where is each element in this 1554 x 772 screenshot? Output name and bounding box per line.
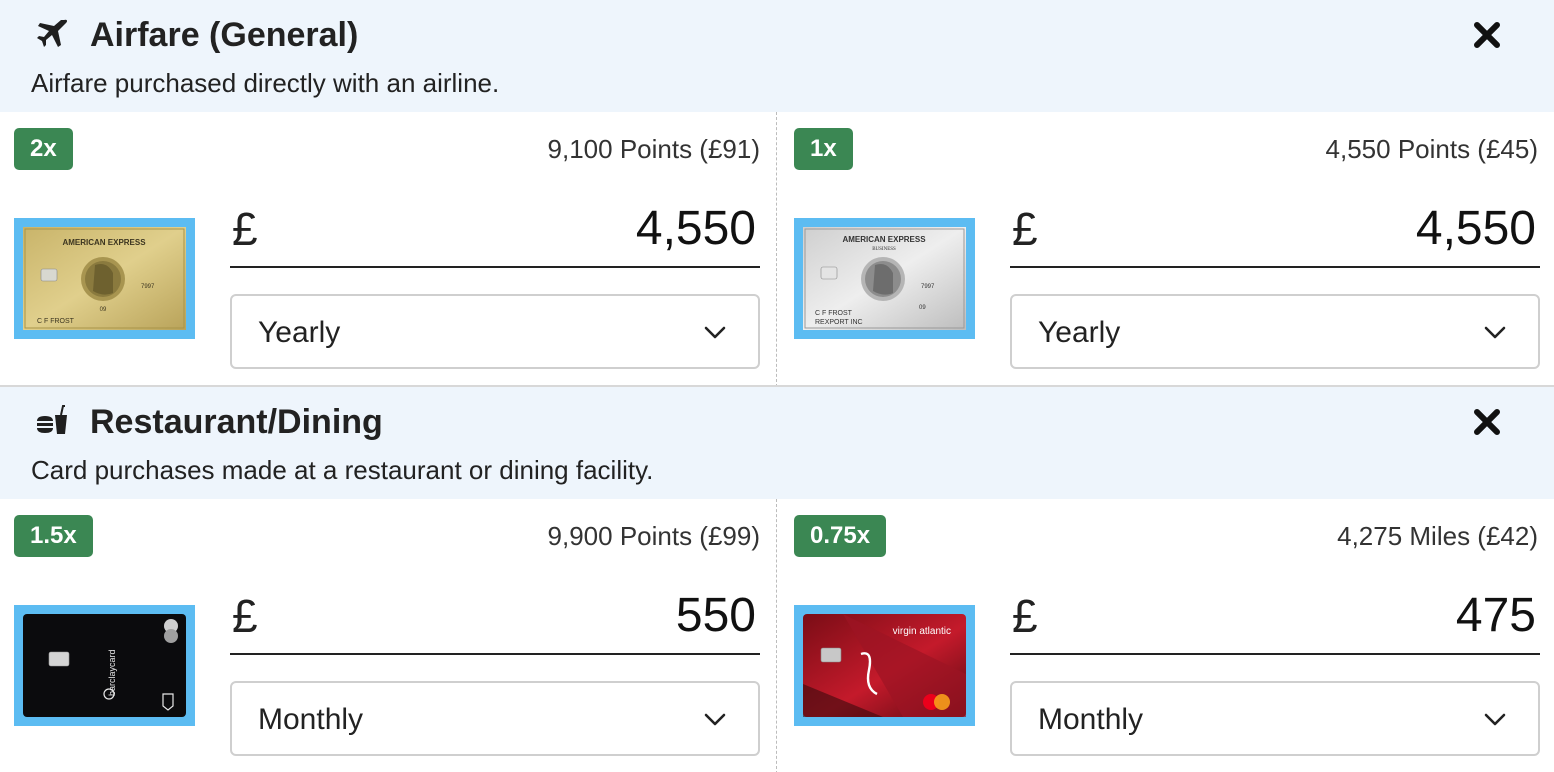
frequency-select[interactable]: Yearly <box>230 294 760 369</box>
fast-food-icon <box>37 405 67 434</box>
frequency-select[interactable]: Monthly <box>1010 681 1540 756</box>
chevron-down-icon <box>1484 326 1506 339</box>
barclaycard-black-card-image: barclaycard <box>23 614 186 717</box>
currency-symbol: £ <box>1012 203 1038 255</box>
virgin-atlantic-card-image: virgin atlantic <box>803 614 966 717</box>
frequency-value: Monthly <box>258 703 364 736</box>
close-icon[interactable] <box>1470 18 1504 52</box>
multiplier-badge: 0.75x <box>794 515 887 557</box>
svg-text:7997: 7997 <box>921 284 935 290</box>
currency-symbol: £ <box>232 590 258 642</box>
card-earning-panel: 1.5x 9,900 Points (£99) barclaycard £ 55… <box>0 499 777 772</box>
card-company-text: REXPORT INC <box>815 319 863 326</box>
card-earning-panel: 1x 4,550 Points (£45) AMERICAN EXPRESS B… <box>777 112 1554 387</box>
frequency-value: Yearly <box>258 316 341 349</box>
amount-value[interactable]: 4,550 <box>1416 200 1536 258</box>
multiplier-badge: 2x <box>14 128 73 170</box>
chevron-down-icon <box>1484 713 1506 726</box>
multiplier-badge: 1.5x <box>14 515 93 557</box>
card-image-barclaycard: barclaycard <box>14 605 195 726</box>
close-icon[interactable] <box>1470 405 1504 439</box>
amount-value[interactable]: 550 <box>676 587 756 645</box>
card-subbrand-text: BUSINESS <box>872 247 896 252</box>
category-header: Restaurant/Dining Card purchases made at… <box>0 387 1554 499</box>
frequency-select[interactable]: Yearly <box>1010 294 1540 369</box>
amount-value[interactable]: 475 <box>1456 587 1536 645</box>
card-brand-text: AMERICAN EXPRESS <box>62 238 146 247</box>
earnings-text: 4,275 Miles (£42) <box>1337 521 1538 551</box>
card-holder-text: C F FROST <box>815 310 853 317</box>
amount-input[interactable]: £ 550 <box>230 585 760 655</box>
amount-input[interactable]: £ 4,550 <box>230 198 760 268</box>
earnings-text: 4,550 Points (£45) <box>1325 134 1538 164</box>
category-title: Restaurant/Dining <box>90 403 383 441</box>
svg-text:7997: 7997 <box>141 284 155 290</box>
card-brand-text: virgin atlantic <box>893 626 951 637</box>
svg-text:09: 09 <box>919 305 926 311</box>
category-description: Card purchases made at a restaurant or d… <box>31 455 654 485</box>
amount-input[interactable]: £ 4,550 <box>1010 198 1540 268</box>
amex-gold-card-image: AMERICAN EXPRESS 7997 09 C F FROST <box>23 227 186 330</box>
svg-text:09: 09 <box>100 307 107 313</box>
chevron-down-icon <box>704 713 726 726</box>
frequency-select[interactable]: Monthly <box>230 681 760 756</box>
card-earning-panel: 0.75x 4,275 Miles (£42) virgin atlantic <box>777 499 1554 772</box>
currency-symbol: £ <box>1012 590 1038 642</box>
card-brand-text: AMERICAN EXPRESS <box>842 235 926 244</box>
currency-symbol: £ <box>232 203 258 255</box>
card-image-amex-business-platinum: AMERICAN EXPRESS BUSINESS 7997 09 C F FR… <box>794 218 975 339</box>
amount-input[interactable]: £ 475 <box>1010 585 1540 655</box>
frequency-value: Yearly <box>1038 316 1121 349</box>
chevron-down-icon <box>704 326 726 339</box>
multiplier-badge: 1x <box>794 128 853 170</box>
airplane-icon <box>37 19 68 47</box>
card-image-virgin-atlantic: virgin atlantic <box>794 605 975 726</box>
amex-business-platinum-card-image: AMERICAN EXPRESS BUSINESS 7997 09 C F FR… <box>803 227 966 330</box>
frequency-value: Monthly <box>1038 703 1144 736</box>
category-section-restaurant: Restaurant/Dining Card purchases made at… <box>0 387 1554 772</box>
category-title: Airfare (General) <box>90 16 359 54</box>
card-image-amex-gold: AMERICAN EXPRESS 7997 09 C F FROST <box>14 218 195 339</box>
earnings-text: 9,100 Points (£91) <box>547 134 760 164</box>
category-section-airfare: Airfare (General) Airfare purchased dire… <box>0 0 1554 387</box>
category-header: Airfare (General) Airfare purchased dire… <box>0 0 1554 112</box>
amount-value[interactable]: 4,550 <box>636 200 756 258</box>
card-earning-panel: 2x 9,100 Points (£91) AMERICAN EXPRESS 7… <box>0 112 777 387</box>
earnings-text: 9,900 Points (£99) <box>547 521 760 551</box>
card-holder-text: C F FROST <box>37 318 75 325</box>
category-description: Airfare purchased directly with an airli… <box>31 68 500 98</box>
